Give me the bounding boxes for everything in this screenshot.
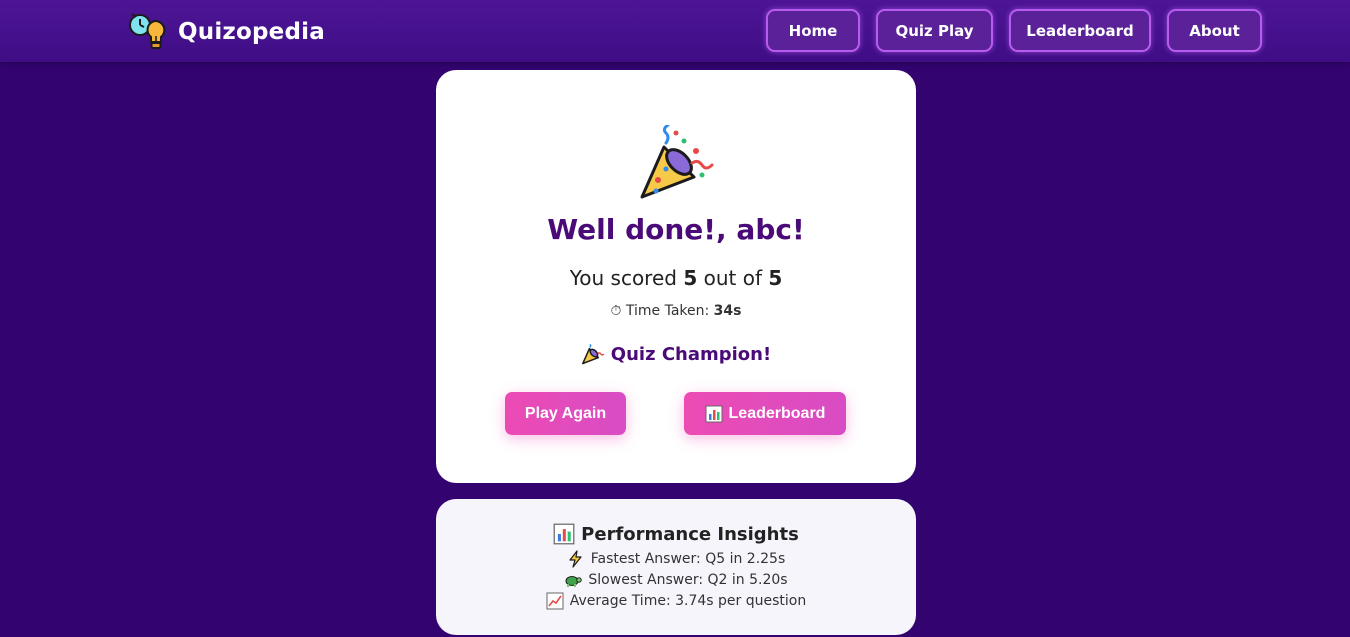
- bar-chart-icon: [553, 523, 575, 545]
- performance-insights: Performance Insights Fastest Answer: Q5 …: [436, 499, 916, 635]
- score-mid: out of: [703, 266, 762, 290]
- nav-quiz-play-button[interactable]: Quiz Play: [876, 9, 993, 52]
- lightning-icon: [569, 550, 582, 568]
- leaderboard-button-label: Leaderboard: [728, 404, 826, 422]
- score-prefix: You scored: [569, 266, 677, 290]
- champion-text: Quiz Champion!: [610, 343, 772, 365]
- score-total: 5: [768, 266, 783, 290]
- result-title: Well done!, abc!: [547, 213, 805, 246]
- nav-home-button[interactable]: Home: [766, 9, 860, 52]
- brand-name: Quizopedia: [178, 19, 325, 45]
- nav-leaderboard-button[interactable]: Leaderboard: [1009, 9, 1151, 52]
- time-label: Time Taken:: [625, 303, 710, 319]
- result-card: Well done!, abc! You scored 5 out of 5 ⏱…: [436, 70, 916, 483]
- party-popper-icon: [640, 125, 714, 199]
- fastest-answer-text: Fastest Answer: Q5 in 2.25s: [590, 551, 786, 567]
- nav-about-button[interactable]: About: [1167, 9, 1262, 52]
- slowest-answer: Slowest Answer: Q2 in 5.20s: [436, 571, 916, 589]
- insights-title-text: Performance Insights: [581, 523, 799, 545]
- bar-chart-icon: [705, 405, 723, 422]
- slowest-answer-text: Slowest Answer: Q2 in 5.20s: [588, 572, 788, 588]
- party-popper-icon: [581, 343, 605, 365]
- stopwatch-icon: ⏱: [610, 303, 622, 319]
- score-value: 5: [683, 266, 698, 290]
- trending-up-icon: [546, 592, 564, 610]
- score-line: You scored 5 out of 5: [436, 266, 916, 290]
- fastest-answer: Fastest Answer: Q5 in 2.25s: [436, 550, 916, 568]
- bulb-clock-icon: [129, 13, 166, 49]
- leaderboard-button[interactable]: Leaderboard: [684, 392, 846, 435]
- time-taken: ⏱ Time Taken: 34s: [436, 303, 916, 319]
- champion-badge: Quiz Champion!: [436, 342, 916, 366]
- play-again-button[interactable]: Play Again: [505, 392, 626, 435]
- play-again-label: Play Again: [524, 404, 607, 422]
- brand[interactable]: Quizopedia: [128, 12, 325, 52]
- insights-title: Performance Insights: [436, 523, 916, 545]
- average-time: Average Time: 3.74s per question: [436, 592, 916, 610]
- time-value: 34s: [713, 303, 742, 319]
- navbar: Quizopedia Home Quiz Play Leaderboard Ab…: [0, 0, 1350, 62]
- turtle-icon: [565, 576, 583, 587]
- average-time-text: Average Time: 3.74s per question: [569, 593, 807, 609]
